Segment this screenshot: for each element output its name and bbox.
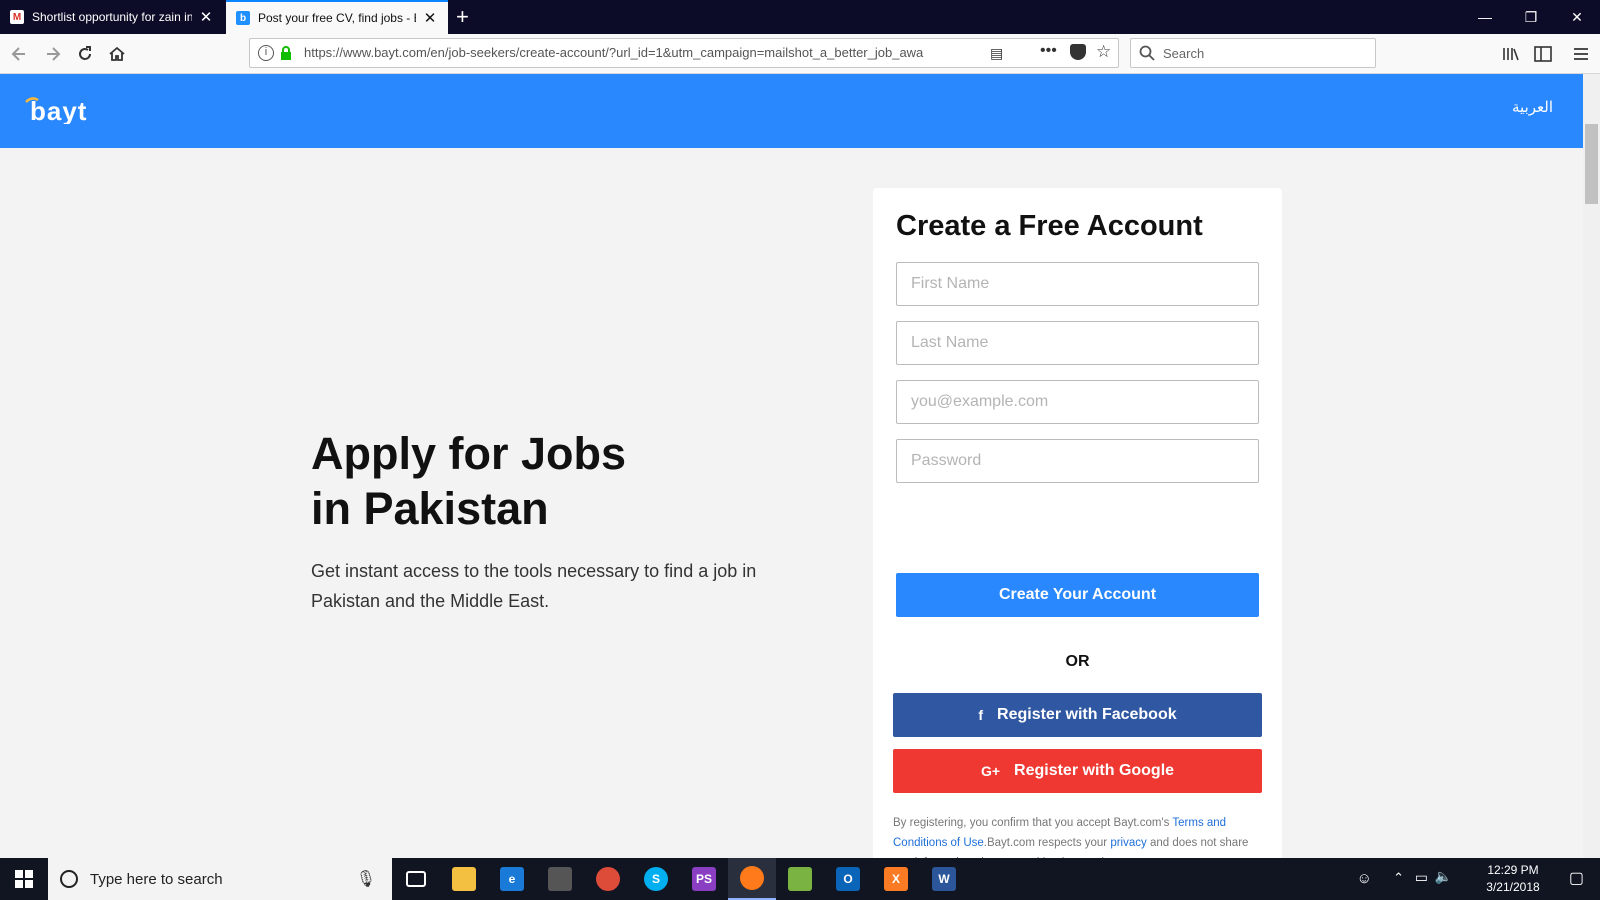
file-explorer-icon[interactable] [440, 858, 488, 900]
cortana-icon [60, 870, 78, 888]
close-tab-icon[interactable]: ✕ [198, 8, 214, 26]
register-google-button[interactable]: G+ Register with Google [893, 749, 1262, 793]
privacy-link[interactable]: privacy [1110, 837, 1146, 849]
back-icon[interactable] [6, 42, 32, 66]
page-actions-icon[interactable]: ••• [1040, 42, 1057, 60]
taskbar-search-box[interactable]: Type here to search 🎙 [48, 858, 392, 900]
password-field[interactable] [896, 439, 1259, 483]
show-hidden-icons-icon[interactable]: ⌃ [1393, 870, 1404, 886]
network-icon[interactable]: ▭ [1415, 869, 1428, 886]
people-icon[interactable]: ☺ [1357, 870, 1372, 887]
phpstorm-icon[interactable]: PS [680, 858, 728, 900]
microphone-icon[interactable]: 🎙 [356, 869, 376, 889]
pocket-icon[interactable] [1070, 44, 1086, 60]
legal-text: By registering, you confirm that you acc… [893, 817, 1173, 829]
window-close-icon[interactable]: ✕ [1554, 0, 1600, 34]
library-icon[interactable] [1498, 42, 1524, 66]
email-field[interactable] [896, 380, 1259, 424]
facebook-icon: f [978, 707, 984, 723]
hero-title-line: in Pakistan [311, 483, 549, 534]
hero-description: Get instant access to the tools necessar… [311, 561, 757, 611]
legal-notice: By registering, you confirm that you acc… [893, 813, 1263, 858]
edge-icon[interactable]: e [488, 858, 536, 900]
register-facebook-button[interactable]: f Register with Facebook [893, 693, 1262, 737]
action-center-icon[interactable]: ▢ [1569, 868, 1584, 888]
page-content: Apply for Jobs in Pakistan Get instant a… [0, 148, 1583, 858]
system-clock[interactable]: 12:29 PM 3/21/2018 [1478, 862, 1548, 896]
facebook-button-label: Register with Facebook [997, 706, 1177, 723]
signup-title: Create a Free Account [896, 210, 1203, 242]
or-divider: OR [1065, 653, 1090, 670]
new-tab-icon[interactable]: + [456, 4, 469, 30]
browser-tab-gmail[interactable]: M Shortlist opportunity for zain in ✕ [0, 0, 224, 34]
address-bar[interactable]: i https://www.bayt.com/en/job-seekers/cr… [249, 38, 1119, 68]
google-plus-icon: G+ [980, 763, 1001, 779]
bayt-logo[interactable]: bayt [24, 94, 134, 129]
legal-text: .Bayt.com respects your [983, 837, 1111, 849]
google-button-label: Register with Google [1014, 762, 1175, 779]
last-name-field[interactable] [896, 321, 1259, 365]
reload-icon[interactable] [72, 42, 98, 66]
bayt-icon: b [236, 11, 250, 25]
hamburger-menu-icon[interactable] [1568, 42, 1594, 66]
hero-title-line: Apply for Jobs [311, 428, 627, 479]
outlook-icon[interactable]: O [824, 858, 872, 900]
browser-search-box[interactable]: Search [1130, 38, 1376, 68]
info-icon[interactable]: i [258, 45, 274, 61]
site-header: bayt العربية [0, 74, 1583, 148]
taskbar-search-placeholder: Type here to search [90, 870, 223, 888]
svg-text:bayt: bayt [30, 96, 87, 124]
close-tab-icon[interactable]: ✕ [422, 9, 438, 27]
lock-icon [280, 46, 292, 60]
hero-title: Apply for Jobs in Pakistan [311, 426, 626, 536]
browser-tab-bayt[interactable]: b Post your free CV, find jobs - Ba ✕ [226, 0, 448, 34]
signup-card: Create a Free Account Create Your Accoun… [873, 188, 1282, 858]
home-icon[interactable] [104, 42, 130, 66]
windows-start-icon[interactable] [0, 858, 48, 900]
clock-time: 12:29 PM [1487, 863, 1539, 877]
url-text: https://www.bayt.com/en/job-seekers/crea… [304, 45, 924, 60]
browser-tab-strip: M Shortlist opportunity for zain in ✕ b … [0, 0, 1600, 34]
bookmark-star-icon[interactable]: ☆ [1096, 42, 1111, 62]
store-icon[interactable] [536, 858, 584, 900]
task-view-icon[interactable] [392, 858, 440, 900]
search-placeholder: Search [1163, 46, 1205, 61]
firefox-icon[interactable] [728, 858, 776, 900]
reader-view-icon[interactable]: ▤ [990, 45, 1003, 62]
minimize-icon[interactable]: — [1462, 0, 1508, 34]
tab-title: Post your free CV, find jobs - Ba [258, 11, 416, 25]
chrome-icon[interactable] [584, 858, 632, 900]
windows-taskbar: Type here to search 🎙 e S PS O X W ☺ ⌃ ▭… [0, 858, 1600, 900]
volume-icon[interactable]: 🔈 [1435, 868, 1452, 885]
restore-icon[interactable]: ❐ [1508, 0, 1554, 34]
forward-icon[interactable] [40, 42, 66, 66]
browser-nav-bar: i https://www.bayt.com/en/job-seekers/cr… [0, 34, 1600, 74]
gmail-icon: M [10, 10, 24, 24]
language-switch-link[interactable]: العربية [1512, 98, 1553, 116]
tab-title: Shortlist opportunity for zain in [32, 10, 192, 24]
page-scrollbar[interactable] [1583, 74, 1600, 858]
word-icon[interactable]: W [920, 858, 968, 900]
skype-icon[interactable]: S [632, 858, 680, 900]
xampp-icon[interactable]: X [872, 858, 920, 900]
first-name-field[interactable] [896, 262, 1259, 306]
notepad-icon[interactable] [776, 858, 824, 900]
clock-date: 3/21/2018 [1486, 880, 1540, 894]
sidebar-icon[interactable] [1530, 42, 1556, 66]
search-icon [1139, 45, 1155, 66]
create-account-button[interactable]: Create Your Account [896, 573, 1259, 617]
scrollbar-thumb[interactable] [1585, 124, 1598, 204]
